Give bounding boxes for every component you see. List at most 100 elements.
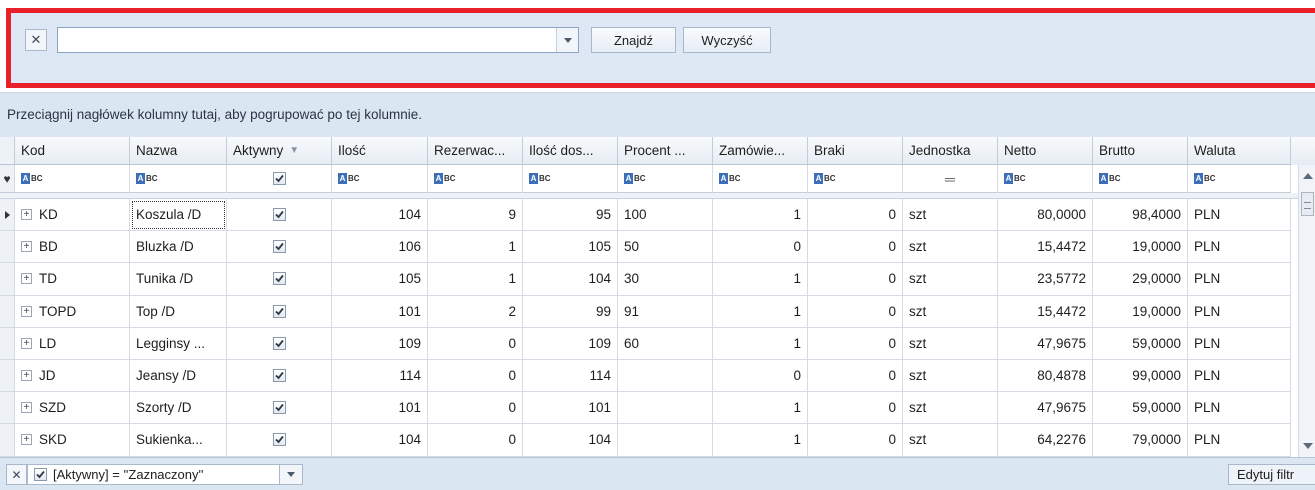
checkbox-checked-icon[interactable] bbox=[272, 272, 286, 286]
filter-cell-braki[interactable]: A BC bbox=[808, 165, 903, 193]
column-header-procent[interactable]: Procent ... bbox=[618, 137, 713, 165]
expand-icon[interactable]: + bbox=[21, 241, 32, 253]
table-row[interactable]: + TOPD Top /D 101 2 99 91 1 0 szt 15,4472 19,0000 PL… bbox=[0, 295, 1315, 328]
cell-rezerwacje[interactable]: 9 bbox=[428, 199, 523, 232]
cell-zamowienia[interactable]: 1 bbox=[713, 327, 808, 360]
table-row[interactable]: + BD Bluzka /D 106 1 105 50 0 0 szt 15,4472 19,0000… bbox=[0, 231, 1315, 264]
cell-kod[interactable]: + KD bbox=[15, 199, 130, 232]
cell-nazwa[interactable]: Sukienka... bbox=[130, 424, 227, 457]
filter-cell-waluta[interactable]: A BC bbox=[1188, 165, 1291, 193]
filter-cell-kod[interactable]: A BC bbox=[15, 165, 130, 193]
cell-rezerwacje[interactable]: 0 bbox=[428, 327, 523, 360]
cell-nazwa[interactable]: Jeansy /D bbox=[130, 360, 227, 393]
search-dropdown-button[interactable] bbox=[556, 28, 578, 52]
close-icon[interactable]: ✕ bbox=[25, 29, 47, 51]
cell-aktywny[interactable] bbox=[227, 295, 332, 328]
filter-history-combo[interactable]: [Aktywny] = ''Zaznaczony'' bbox=[27, 464, 303, 485]
table-row[interactable]: + SZD Szorty /D 101 0 101 1 0 szt 47,9675 59,0000 P… bbox=[0, 392, 1315, 425]
column-header-kod[interactable]: Kod bbox=[15, 137, 130, 165]
column-header-braki[interactable]: Braki bbox=[808, 137, 903, 165]
cell-braki[interactable]: 0 bbox=[808, 360, 903, 393]
cell-rezerwacje[interactable]: 0 bbox=[428, 392, 523, 425]
expand-icon[interactable]: + bbox=[21, 370, 32, 382]
row-indicator[interactable] bbox=[0, 199, 15, 232]
cell-kod[interactable]: + LD bbox=[15, 327, 130, 360]
cell-aktywny[interactable] bbox=[227, 392, 332, 425]
cell-ilosc[interactable]: 101 bbox=[332, 392, 428, 425]
cell-aktywny[interactable] bbox=[227, 231, 332, 264]
cell-nazwa[interactable]: Szorty /D bbox=[130, 392, 227, 425]
checkbox-checked-icon[interactable] bbox=[272, 304, 286, 318]
row-indicator[interactable] bbox=[0, 392, 15, 425]
cell-ilosc-dostepna[interactable]: 114 bbox=[523, 360, 618, 393]
vertical-scrollbar[interactable] bbox=[1298, 165, 1315, 457]
expand-icon[interactable]: + bbox=[21, 337, 32, 349]
cell-waluta[interactable]: PLN bbox=[1188, 199, 1291, 232]
cell-ilosc[interactable]: 105 bbox=[332, 263, 428, 296]
cell-kod[interactable]: + TOPD bbox=[15, 295, 130, 328]
cell-jednostka[interactable]: szt bbox=[903, 231, 998, 264]
cell-kod[interactable]: + SKD bbox=[15, 424, 130, 457]
cell-brutto[interactable]: 59,0000 bbox=[1093, 392, 1188, 425]
column-header-aktywny[interactable]: Aktywny ▼ bbox=[227, 137, 332, 165]
column-header-brutto[interactable]: Brutto bbox=[1093, 137, 1188, 165]
cell-aktywny[interactable] bbox=[227, 327, 332, 360]
cell-kod[interactable]: + BD bbox=[15, 231, 130, 264]
cell-nazwa[interactable]: Bluzka /D bbox=[130, 231, 227, 264]
cell-zamowienia[interactable]: 1 bbox=[713, 199, 808, 232]
checkbox-checked-icon[interactable] bbox=[272, 369, 286, 383]
cell-brutto[interactable]: 19,0000 bbox=[1093, 231, 1188, 264]
cell-kod[interactable]: + SZD bbox=[15, 392, 130, 425]
filter-cell-netto[interactable]: A BC bbox=[998, 165, 1093, 193]
column-header-rezerwacje[interactable]: Rezerwac... bbox=[428, 137, 523, 165]
filter-cell-procent[interactable]: A BC bbox=[618, 165, 713, 193]
cell-zamowienia[interactable]: 0 bbox=[713, 360, 808, 393]
cell-aktywny[interactable] bbox=[227, 424, 332, 457]
cell-kod[interactable]: + TD bbox=[15, 263, 130, 296]
cell-procent[interactable] bbox=[618, 360, 713, 393]
find-button[interactable]: Znajdź bbox=[591, 27, 676, 53]
cell-waluta[interactable]: PLN bbox=[1188, 360, 1291, 393]
cell-netto[interactable]: 47,9675 bbox=[998, 327, 1093, 360]
cell-rezerwacje[interactable]: 2 bbox=[428, 295, 523, 328]
cell-ilosc[interactable]: 109 bbox=[332, 327, 428, 360]
cell-netto[interactable]: 64,2276 bbox=[998, 424, 1093, 457]
cell-procent[interactable] bbox=[618, 424, 713, 457]
cell-brutto[interactable]: 19,0000 bbox=[1093, 295, 1188, 328]
cell-nazwa[interactable]: Koszula /D bbox=[130, 199, 227, 232]
cell-netto[interactable]: 15,4472 bbox=[998, 295, 1093, 328]
cell-procent[interactable]: 91 bbox=[618, 295, 713, 328]
cell-waluta[interactable]: PLN bbox=[1188, 295, 1291, 328]
clear-filter-icon[interactable]: ✕ bbox=[6, 464, 27, 485]
filter-cell-jednostka[interactable]: ═ bbox=[903, 165, 998, 193]
cell-jednostka[interactable]: szt bbox=[903, 199, 998, 232]
cell-ilosc-dostepna[interactable]: 99 bbox=[523, 295, 618, 328]
row-indicator[interactable] bbox=[0, 327, 15, 360]
cell-ilosc-dostepna[interactable]: 104 bbox=[523, 263, 618, 296]
cell-brutto[interactable]: 59,0000 bbox=[1093, 327, 1188, 360]
row-indicator[interactable] bbox=[0, 231, 15, 264]
cell-waluta[interactable]: PLN bbox=[1188, 392, 1291, 425]
column-header-jednostka[interactable]: Jednostka bbox=[903, 137, 998, 165]
cell-brutto[interactable]: 98,4000 bbox=[1093, 199, 1188, 232]
cell-procent[interactable]: 50 bbox=[618, 231, 713, 264]
cell-zamowienia[interactable]: 1 bbox=[713, 263, 808, 296]
cell-procent[interactable]: 30 bbox=[618, 263, 713, 296]
checkbox-checked-icon[interactable] bbox=[272, 433, 286, 447]
cell-ilosc[interactable]: 104 bbox=[332, 199, 428, 232]
cell-procent[interactable] bbox=[618, 392, 713, 425]
checkbox-checked-icon[interactable] bbox=[272, 172, 286, 185]
cell-jednostka[interactable]: szt bbox=[903, 424, 998, 457]
cell-ilosc[interactable]: 106 bbox=[332, 231, 428, 264]
cell-waluta[interactable]: PLN bbox=[1188, 231, 1291, 264]
edit-filter-button[interactable]: Edytuj filtr bbox=[1228, 464, 1315, 485]
table-row[interactable]: + KD Koszula /D 104 9 95 100 1 0 szt 80,0000 98,400… bbox=[0, 199, 1315, 232]
cell-braki[interactable]: 0 bbox=[808, 327, 903, 360]
cell-waluta[interactable]: PLN bbox=[1188, 424, 1291, 457]
group-by-panel[interactable]: Przeciągnij nagłówek kolumny tutaj, aby … bbox=[0, 92, 1315, 137]
cell-procent[interactable]: 100 bbox=[618, 199, 713, 232]
cell-aktywny[interactable] bbox=[227, 360, 332, 393]
column-header-zamowienia[interactable]: Zamówie... bbox=[713, 137, 808, 165]
table-row[interactable]: + LD Legginsy ... 109 0 109 60 1 0 szt 47,9675 59,0… bbox=[0, 327, 1315, 360]
cell-ilosc[interactable]: 101 bbox=[332, 295, 428, 328]
